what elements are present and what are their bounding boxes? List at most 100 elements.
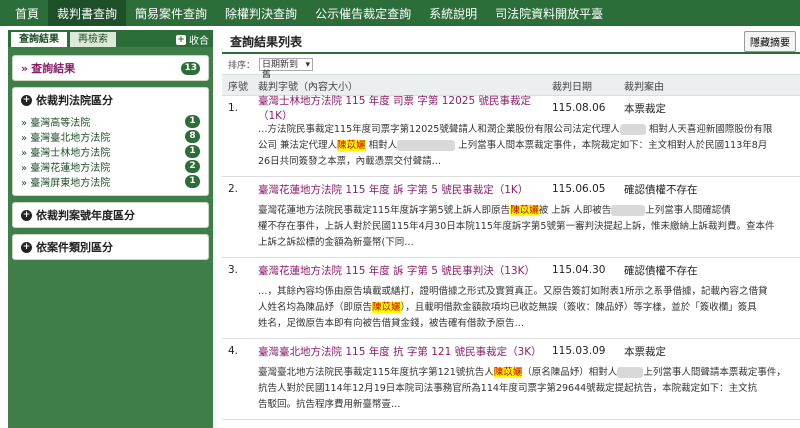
judgment-link[interactable]: 臺灣花蓮地方法院 115 年度 訴 字第 5 號民事判決	[258, 265, 494, 277]
nav-judgment-search[interactable]: 裁判書查詢	[48, 0, 127, 26]
judgment-reason: 確認債權不存在	[624, 264, 698, 277]
court-item[interactable]: 臺灣屏東地方法院 1	[21, 174, 200, 189]
court-filter-header[interactable]: + 依裁判法院區分	[13, 88, 208, 112]
tab-research[interactable]: 再檢索	[70, 32, 116, 47]
court-name: 臺灣臺北地方法院	[21, 129, 110, 144]
nav-system-help[interactable]: 系統說明	[420, 0, 486, 26]
judgment-link[interactable]: 臺灣臺北地方法院 115 年度 抗 字第 121 號民事裁定	[258, 346, 507, 358]
summary-text: 上列當事人間本票裁定事件，本院裁定如下：主文相對人於民國113年8月	[458, 140, 768, 151]
results-header: 查詢結果列表 隱藏摘要	[222, 30, 800, 54]
summary-text: 被 上訴 人即被告	[538, 205, 612, 216]
collapse-button[interactable]: + 收合	[176, 32, 209, 47]
content-size: （1K）	[258, 110, 293, 122]
court-count-badge: 8	[185, 130, 200, 143]
row-number: 2.	[228, 183, 239, 195]
summary-text: …，其餘內容均係由原告填載或繕打，證明借據之形式及實質真正。又原告簽訂如附表1所…	[258, 286, 768, 297]
category-filter-title: 依案件類別區分	[36, 241, 113, 254]
result-count-badge: 13	[181, 61, 200, 75]
highlighted-keyword: 陳苡孋	[372, 302, 401, 313]
highlighted-keyword: 陳苡孋	[337, 140, 366, 151]
redacted-text	[619, 124, 646, 135]
header-reason: 裁判案由	[624, 81, 664, 93]
left-panel-tabs: 查詢結果 再檢索 + 收合	[8, 30, 213, 47]
redacted-text	[617, 367, 644, 378]
judgment-summary: …，其餘內容均係由原告填載或繕打，證明借據之形式及實質真正。又原告簽訂如附表1所…	[222, 282, 800, 338]
judgment-reason: 本票裁定	[624, 102, 666, 115]
nav-exclusion-judgment-search[interactable]: 除權判決查詢	[216, 0, 306, 26]
court-name: 臺灣屏東地方法院	[21, 174, 110, 189]
judgment-date: 115.08.06	[552, 102, 606, 114]
collapse-label: 收合	[189, 36, 209, 47]
category-filter-header[interactable]: + 依案件類別區分	[13, 235, 208, 259]
highlighted-keyword: 陳苡孋	[510, 205, 539, 216]
judgment-date: 115.06.05	[552, 183, 606, 195]
summary-text: 臺灣花蓮地方法院民事裁定115年度訴字第5號上訴人即原告	[258, 205, 511, 216]
summary-text: …方法院民事裁定115年度司票字第12025號聲請人和潤企業股份有限公司法定代理…	[258, 124, 620, 135]
court-item[interactable]: 臺灣臺北地方法院 8	[21, 129, 200, 144]
year-filter-header[interactable]: + 依裁判案號年度區分	[13, 203, 208, 227]
double-arrow-icon: »	[21, 62, 29, 75]
summary-text: 姓名，足徵原告本即有向被告借貸金錢，被告確有借款予原告…	[258, 318, 525, 329]
chevron-down-icon: ▾	[305, 59, 311, 70]
judgment-link[interactable]: 臺灣士林地方法院 115 年度 司票 字第 12025 號民事裁定	[258, 95, 531, 107]
header-date: 裁判日期	[552, 81, 592, 93]
court-count-badge: 1	[185, 145, 200, 158]
table-row: 1. 臺灣士林地方法院 115 年度 司票 字第 12025 號民事裁定 （1K）…	[222, 95, 800, 177]
court-count-badge: 1	[185, 175, 200, 188]
court-count-badge: 1	[185, 115, 200, 128]
court-name: 臺灣花蓮地方法院	[21, 159, 110, 174]
judgment-date: 115.03.09	[552, 345, 606, 357]
court-item[interactable]: 臺灣花蓮地方法院 2	[21, 159, 200, 174]
redacted-text	[397, 140, 456, 151]
summary-text: 權不存在事件，上訴人對於民國115年4月30日本院115年度訴字第5號第一審判決…	[258, 221, 775, 232]
category-filter-box: + 依案件類別區分	[12, 234, 209, 260]
sort-select[interactable]: 日期新到舊 ▾	[259, 57, 314, 80]
tab-results[interactable]: 查詢結果	[11, 32, 67, 47]
summary-text: 上訴之訴訟標的金額為新臺幣(下同…	[258, 237, 414, 248]
court-item[interactable]: 臺灣士林地方法院 1	[21, 144, 200, 159]
plus-circle-icon: +	[21, 241, 32, 253]
table-row: 3. 臺灣花蓮地方法院 115 年度 訴 字第 5 號民事判決（13K） 115…	[222, 258, 800, 339]
year-filter-title: 依裁判案號年度區分	[36, 209, 135, 222]
top-navigation: 首頁 裁判書查詢 簡易案件查詢 除權判決查詢 公示催告裁定查詢 系統說明 司法院…	[0, 0, 800, 26]
judgment-link[interactable]: 臺灣花蓮地方法院 115 年度 訴 字第 5 號民事裁定	[258, 184, 494, 196]
summary-text: ），且載明借款金額款項均已收訖無誤（簽收：陳品妤）等字樣，並於「簽收欄」簽具	[400, 302, 757, 313]
redacted-text	[611, 205, 646, 216]
sort-label: 排序：	[228, 60, 256, 71]
row-number: 1.	[228, 102, 239, 114]
judgment-reason: 本票裁定	[624, 345, 666, 358]
highlighted-keyword: 陳苡孋	[493, 367, 523, 378]
summary-text: 相對人天喜迎新國際股份有限	[648, 124, 773, 135]
nav-open-data-platform[interactable]: 司法院資料開放平臺	[486, 0, 612, 26]
result-summary-box: » 查詢結果 13	[12, 55, 209, 81]
row-number: 3.	[228, 264, 239, 276]
content-size: （13K）	[493, 264, 535, 277]
summary-text: （原名陳品妤）相對人	[522, 367, 618, 378]
nav-public-notice-search[interactable]: 公示催告裁定查詢	[306, 0, 420, 26]
plus-circle-icon: +	[21, 209, 32, 221]
summary-text: 公司 兼法定代理人	[258, 140, 338, 151]
court-count-badge: 2	[185, 160, 200, 173]
header-title: 裁判字號（內容大小）	[258, 81, 358, 93]
table-row: 4. 臺灣臺北地方法院 115 年度 抗 字第 121 號民事裁定（3K） 11…	[222, 339, 800, 420]
header-no: 序號	[228, 81, 248, 93]
judgment-summary: 臺灣花蓮地方法院民事裁定115年度訴字第5號上訴人即原告陳苡孋被 上訴 人即被告…	[222, 201, 800, 257]
judgment-summary: 臺灣臺北地方法院民事裁定115年度抗字第121號抗告人陳苡孋（原名陳品妤）相對人…	[222, 363, 800, 419]
judgment-summary: …方法院民事裁定115年度司票字第12025號聲請人和潤企業股份有限公司法定代理…	[222, 120, 800, 176]
court-filter-title: 依裁判法院區分	[36, 94, 113, 107]
nav-home[interactable]: 首頁	[6, 0, 48, 26]
court-list: 臺灣高等法院 1 臺灣臺北地方法院 8 臺灣士林地方法院 1 臺灣花蓮地方法院 2 臺灣…	[13, 112, 208, 195]
result-summary-link[interactable]: » 查詢結果 13	[13, 56, 208, 80]
sort-bar: 排序： 日期新到舊 ▾	[222, 54, 800, 80]
year-filter-box: + 依裁判案號年度區分	[12, 202, 209, 228]
court-item[interactable]: 臺灣高等法院 1	[21, 114, 200, 129]
court-filter-box: + 依裁判法院區分 臺灣高等法院 1 臺灣臺北地方法院 8 臺灣士林地方法院 1 臺灣…	[12, 87, 209, 196]
summary-text: 相對人	[368, 140, 398, 151]
result-label: 查詢結果	[31, 62, 76, 75]
court-name: 臺灣士林地方法院	[21, 144, 110, 159]
content-size: （3K）	[507, 345, 542, 358]
nav-simple-case-search[interactable]: 簡易案件查詢	[126, 0, 216, 26]
sort-value: 日期新到舊	[262, 59, 299, 80]
plus-icon: +	[176, 34, 186, 45]
hide-summary-button[interactable]: 隱藏摘要	[744, 30, 796, 52]
